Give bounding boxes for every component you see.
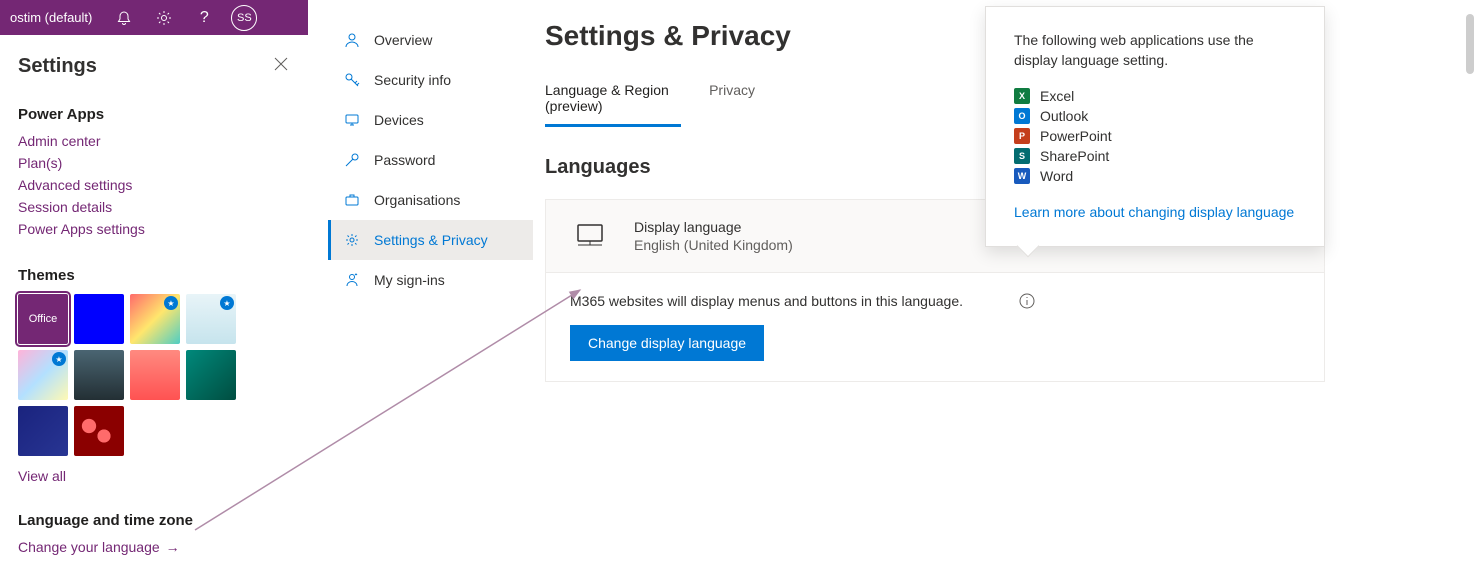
power-apps-section-title: Power Apps (18, 106, 290, 123)
nav-settings-privacy[interactable]: Settings & Privacy (328, 220, 533, 260)
help-icon: ? (200, 9, 209, 27)
link-session-details[interactable]: Session details (18, 199, 290, 215)
display-language-title: Display language (634, 219, 793, 235)
link-plans[interactable]: Plan(s) (18, 155, 290, 171)
avatar: SS (231, 5, 257, 31)
nav-password[interactable]: Password (328, 140, 533, 180)
nav-my-signins[interactable]: My sign-ins (328, 260, 533, 300)
nav-devices[interactable]: Devices (328, 100, 533, 140)
theme-space[interactable] (18, 406, 68, 456)
change-display-language-button[interactable]: Change display language (570, 325, 764, 361)
nav-label: Organisations (374, 192, 460, 208)
outlook-icon: O (1014, 108, 1030, 124)
theme-bokeh[interactable] (74, 406, 124, 456)
nav-organisations[interactable]: Organisations (328, 180, 533, 220)
nav-security-info[interactable]: Security info (328, 60, 533, 100)
nav-label: Overview (374, 32, 432, 48)
settings-title: Settings (18, 55, 290, 78)
link-admin-center[interactable]: Admin center (18, 133, 290, 149)
device-icon (342, 110, 362, 130)
key-icon (342, 70, 362, 90)
powerpoint-icon: P (1014, 128, 1030, 144)
bell-icon (116, 10, 132, 26)
environment-label: ostim (default) (10, 10, 104, 25)
theme-sunset[interactable] (130, 350, 180, 400)
briefcase-icon (342, 190, 362, 210)
nav-label: Security info (374, 72, 451, 88)
view-all-themes-link[interactable]: View all (18, 468, 290, 484)
theme-unicorn[interactable]: ★ (18, 350, 68, 400)
change-language-link[interactable]: Change your language → (18, 539, 290, 555)
nav-label: Password (374, 152, 435, 168)
theme-clouds[interactable]: ★ (186, 294, 236, 344)
close-settings-button[interactable] (274, 57, 288, 71)
word-icon: W (1014, 168, 1030, 184)
excel-icon: X (1014, 88, 1030, 104)
theme-rainbow[interactable]: ★ (130, 294, 180, 344)
nav-overview[interactable]: Overview (328, 20, 533, 60)
scrollbar[interactable] (1466, 14, 1474, 74)
nav-label: Settings & Privacy (374, 232, 488, 248)
app-row-excel: X Excel (1014, 88, 1296, 104)
link-advanced-settings[interactable]: Advanced settings (18, 177, 290, 193)
themes-section-title: Themes (18, 267, 290, 284)
avatar-button[interactable]: SS (224, 0, 264, 35)
close-icon (274, 57, 288, 71)
nav-label: My sign-ins (374, 272, 445, 288)
app-row-word: W Word (1014, 168, 1296, 184)
sharepoint-icon: S (1014, 148, 1030, 164)
tab-language-region[interactable]: Language & Region (preview) (545, 82, 681, 127)
account-nav-sidebar: Overview Security info Devices Password … (328, 20, 533, 300)
help-button[interactable]: ? (184, 0, 224, 35)
themes-grid: Office ★ ★ ★ (18, 294, 290, 456)
person-icon (342, 30, 362, 50)
theme-circuit[interactable] (186, 350, 236, 400)
info-button[interactable] (1019, 293, 1035, 309)
app-row-powerpoint: P PowerPoint (1014, 128, 1296, 144)
app-row-outlook: O Outlook (1014, 108, 1296, 124)
link-power-apps-settings[interactable]: Power Apps settings (18, 221, 290, 237)
monitor-icon (570, 216, 610, 256)
card-body: M365 websites will display menus and but… (546, 273, 1324, 381)
tab-privacy[interactable]: Privacy (709, 82, 755, 127)
popover-text: The following web applications use the d… (1014, 31, 1296, 70)
tabs: Language & Region (preview) Privacy (545, 82, 755, 128)
theme-office[interactable]: Office (18, 294, 68, 344)
language-section-title: Language and time zone (18, 512, 290, 529)
settings-flyout: Settings Power Apps Admin center Plan(s)… (0, 35, 308, 575)
notifications-button[interactable] (104, 0, 144, 35)
display-language-popover: The following web applications use the d… (985, 6, 1325, 247)
gear-icon (342, 230, 362, 250)
arrow-right-icon: → (166, 539, 180, 555)
display-language-description: M365 websites will display menus and but… (570, 293, 1300, 309)
app-row-sharepoint: S SharePoint (1014, 148, 1296, 164)
theme-mountain[interactable] (74, 350, 124, 400)
settings-gear-button[interactable] (144, 0, 184, 35)
info-icon (1019, 293, 1035, 309)
learn-more-link[interactable]: Learn more about changing display langua… (1014, 204, 1294, 220)
signin-icon (342, 270, 362, 290)
nav-label: Devices (374, 112, 424, 128)
password-icon (342, 150, 362, 170)
display-language-value: English (United Kingdom) (634, 237, 793, 253)
gear-icon (156, 10, 172, 26)
theme-blue[interactable] (74, 294, 124, 344)
top-app-bar: ostim (default) ? SS (0, 0, 308, 35)
app-list: X Excel O Outlook P PowerPoint S SharePo… (1014, 88, 1296, 184)
